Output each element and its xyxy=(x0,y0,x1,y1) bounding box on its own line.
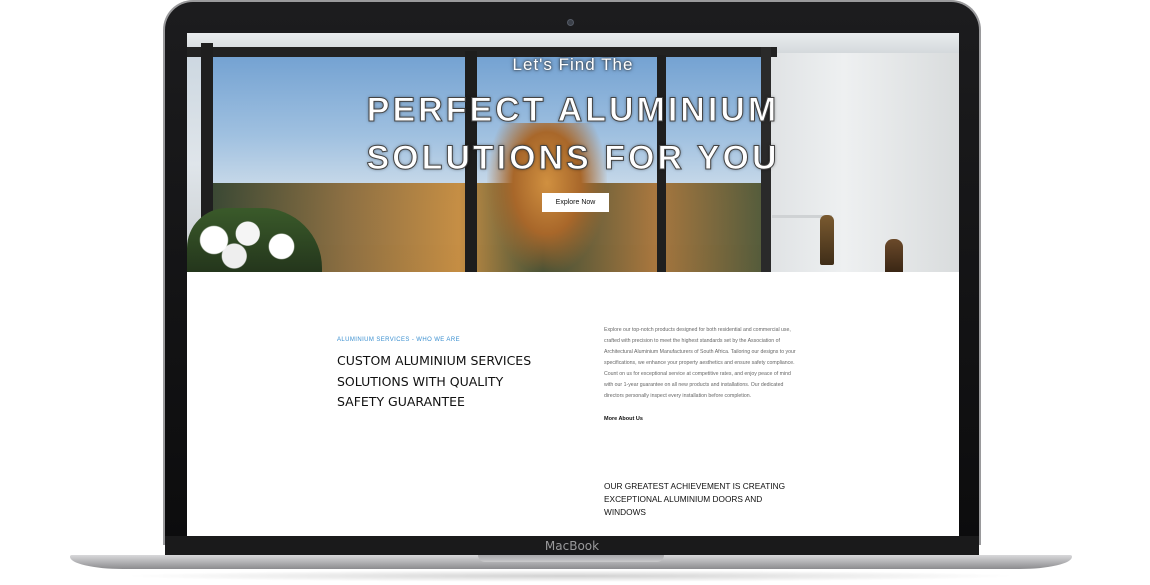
body-line: Explore our top-notch products designed … xyxy=(604,327,791,333)
about-body: Explore our top-notch products designed … xyxy=(604,325,820,402)
achievement-line: EXCEPTIONAL ALUMINIUM DOORS AND xyxy=(604,493,763,504)
headline-line: SAFETY GUARANTEE xyxy=(337,394,465,409)
body-line: Count on us for exceptional service at c… xyxy=(604,371,791,377)
body-line: specifications, we enhance your property… xyxy=(604,360,795,366)
laptop-notch xyxy=(478,555,664,562)
macbook-brand-label: MacBook xyxy=(544,539,600,553)
achievement-line: WINDOWS xyxy=(604,506,646,517)
body-line: with our 1-year guarantee on all new pro… xyxy=(604,382,784,388)
headline-line: SOLUTIONS WITH QUALITY xyxy=(337,373,504,389)
body-line: Architectural Aluminium Manufacturers of… xyxy=(604,349,796,355)
hero-section: Let's Find The PERFECT ALUMINIUM SOLUTIO… xyxy=(187,33,959,272)
headline-line: CUSTOM ALUMINIUM SERVICES xyxy=(337,353,532,368)
about-headline: CUSTOM ALUMINIUM SERVICES SOLUTIONS WITH… xyxy=(337,351,597,413)
hero-kicker: Let's Find The xyxy=(512,55,634,74)
laptop-shadow xyxy=(120,570,1020,582)
camera-icon xyxy=(567,19,574,26)
hero-statue xyxy=(820,215,834,265)
laptop-mockup: Let's Find The PERFECT ALUMINIUM SOLUTIO… xyxy=(0,0,1150,585)
hero-title-line-1: PERFECT ALUMINIUM xyxy=(366,91,780,130)
hero-candle xyxy=(885,239,903,272)
more-about-us-link[interactable]: More About Us xyxy=(604,416,643,422)
body-line: crafted with precision to meet the highe… xyxy=(604,338,780,344)
achievement-heading: OUR GREATEST ACHIEVEMENT IS CREATING EXC… xyxy=(604,480,804,518)
about-kicker: ALUMINIUM SERVICES - WHO WE ARE xyxy=(337,337,460,343)
explore-now-button[interactable]: Explore Now xyxy=(542,193,609,212)
hero-title-line-2: SOLUTIONS FOR YOU xyxy=(366,139,780,178)
laptop-bezel-bottom: MacBook xyxy=(165,536,979,556)
laptop-screen: Let's Find The PERFECT ALUMINIUM SOLUTIO… xyxy=(187,33,959,536)
achievement-line: OUR GREATEST ACHIEVEMENT IS CREATING xyxy=(604,481,786,491)
body-line: directors personally inspect every insta… xyxy=(604,393,752,399)
